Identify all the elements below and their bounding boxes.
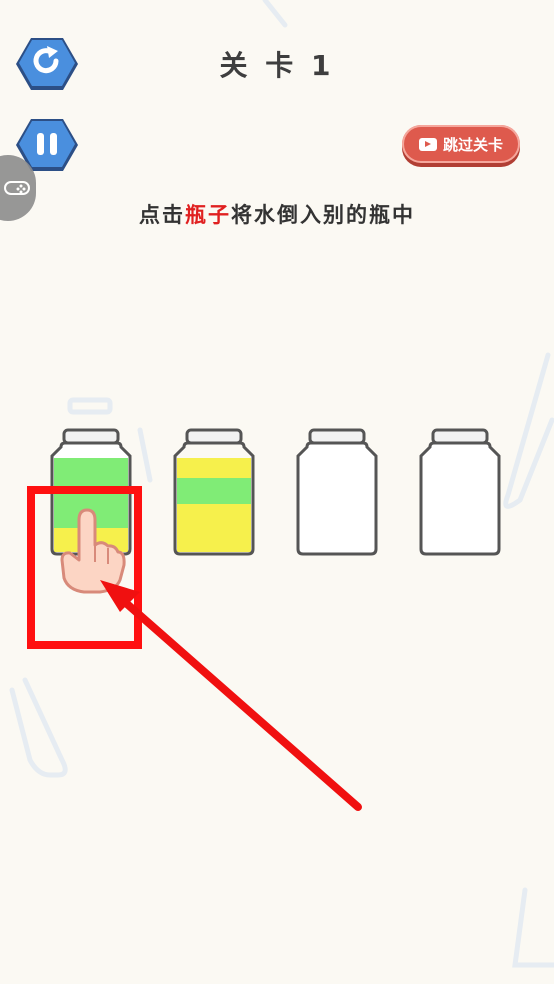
bottle-2[interactable] — [173, 428, 255, 558]
bottle-1[interactable] — [50, 428, 132, 558]
skip-level-label: 跳过关卡 — [442, 135, 503, 154]
bottle-3[interactable] — [296, 428, 378, 558]
skip-level-button[interactable]: 跳过关卡 — [402, 125, 520, 163]
gamepad-icon — [4, 181, 30, 195]
instruction-part-2: 将水倒入别的瓶中 — [231, 203, 415, 227]
instruction-highlight: 瓶子 — [185, 203, 231, 227]
instruction-text: 点击瓶子将水倒入别的瓶中 — [0, 199, 554, 229]
bottle-4[interactable] — [419, 428, 501, 558]
level-title: 关 卡 1 — [219, 49, 335, 82]
bottle-1-graphic — [50, 428, 132, 556]
instruction-part-1: 点击 — [139, 203, 185, 227]
bottle-2-graphic — [173, 428, 255, 556]
video-icon — [418, 137, 437, 151]
bottle-4-graphic — [419, 428, 501, 556]
bottle-3-graphic — [296, 428, 378, 556]
